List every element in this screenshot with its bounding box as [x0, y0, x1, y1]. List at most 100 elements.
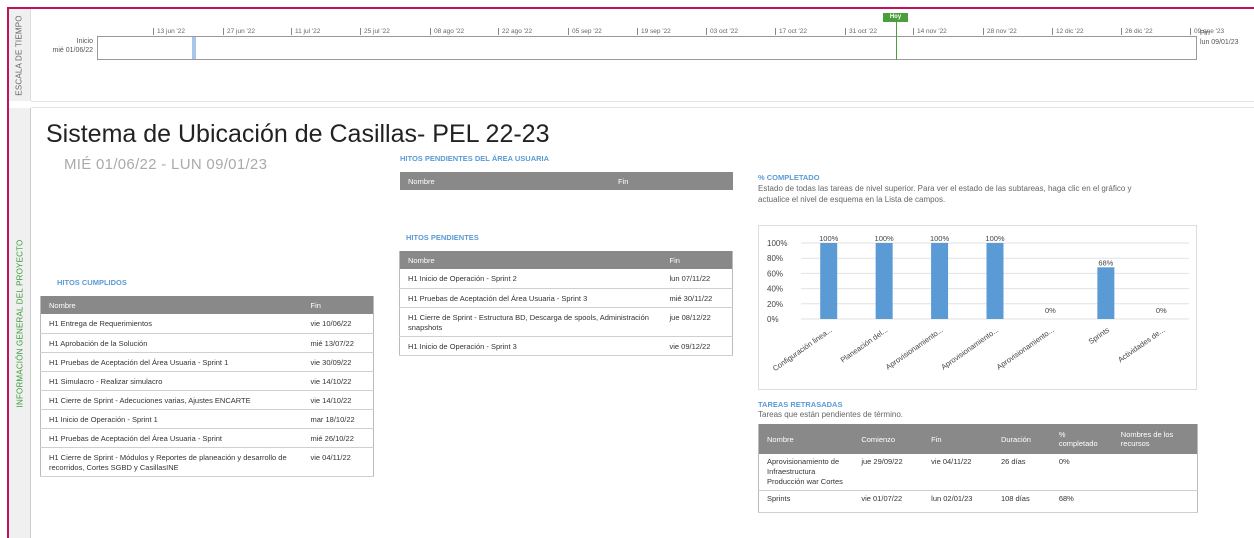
timeline-tick: 25 jul '22 [360, 28, 390, 35]
column-header-nombre[interactable]: Nombre [758, 424, 854, 454]
cell-recursos [1112, 454, 1198, 491]
cell-nombre: H1 Inicio de Operación - Sprint 3 [399, 336, 662, 356]
timeline-tick: 17 oct '22 [775, 28, 807, 35]
data-label: 100% [985, 234, 1005, 243]
column-header-fin[interactable]: Fin [923, 424, 993, 454]
cell-fin: mié 13/07/22 [302, 333, 374, 353]
timeline-tick: 27 jun '22 [223, 28, 255, 35]
timeline-start-date: mié 01/06/22 [52, 47, 93, 54]
table-row[interactable]: H1 Pruebas de Aceptación del Área Usuari… [40, 352, 374, 372]
timeline-tick: 11 jul '22 [291, 28, 320, 35]
completado-description: Estado de todas las tareas de nivel supe… [758, 184, 1132, 204]
hitos-usuaria-table: Nombre Fin [400, 172, 733, 190]
page-title: Sistema de Ubicación de Casillas- PEL 22… [46, 120, 550, 148]
timeline-start: Inicio mié 01/06/22 [38, 37, 93, 55]
bar[interactable] [1097, 267, 1115, 319]
timeline-divider [31, 101, 1254, 108]
timeline-tick: 12 dic '22 [1052, 28, 1084, 35]
y-tick-label: 20% [767, 300, 783, 309]
timeline-end: Fin lun 09/01/23 [1200, 29, 1250, 47]
timeline-end-date: lun 09/01/23 [1200, 39, 1239, 46]
table-row[interactable]: H1 Inicio de Operación - Sprint 3 vie 09/… [399, 336, 733, 356]
column-header-completado[interactable]: % completado [1050, 424, 1113, 454]
table-row[interactable]: H1 Cierre de Sprint - Adecuciones varias… [40, 390, 374, 410]
table-row[interactable]: Sprints vie 01/07/22 lun 02/01/23 108 días 6… [758, 490, 1198, 513]
table-row[interactable]: H1 Aprobación de la Solución mié 13/07/22 [40, 333, 374, 353]
x-tick-label: Configuración linea... [771, 325, 834, 373]
table-row[interactable]: H1 Inicio de Operación - Sprint 1 mar 18/… [40, 409, 374, 429]
timeline-tick: 14 nov '22 [913, 28, 947, 35]
timeline-milestone-marker[interactable] [192, 37, 196, 59]
y-tick-label: 40% [767, 285, 783, 294]
column-header-fin[interactable]: Fin [661, 251, 733, 269]
timeline-end-label: Fin [1200, 30, 1210, 37]
bar[interactable] [820, 243, 838, 319]
hitos-usuaria-label: HITOS PENDIENTES DEL ÁREA USUARIA [400, 154, 550, 163]
cell-fin: vie 04/11/22 [302, 447, 374, 477]
table-row[interactable]: H1 Entrega de Requerimientos vie 10/06/22 [40, 314, 374, 334]
cell-nombre: H1 Inicio de Operación - Sprint 2 [399, 269, 662, 289]
timeline-tick: 08 ago '22 [430, 28, 464, 35]
table-row[interactable]: H1 Cierre de Sprint - Módulos y Reportes… [40, 447, 374, 477]
timeline-bar[interactable] [97, 36, 1197, 60]
data-label: 100% [930, 234, 950, 243]
cell-fin: vie 14/10/22 [302, 371, 374, 391]
x-tick-label: Sprints [1087, 325, 1111, 346]
table-row[interactable]: H1 Cierre de Sprint - Estructura BD, Des… [399, 307, 733, 337]
cell-comienzo: vie 01/07/22 [853, 490, 924, 513]
data-label: 68% [1098, 258, 1113, 267]
cell-fin: vie 30/09/22 [302, 352, 374, 372]
y-tick-label: 0% [767, 315, 779, 324]
cell-fin: vie 09/12/22 [661, 336, 733, 356]
completado-label: % COMPLETADO [758, 173, 820, 182]
x-tick-label: Actividades de... [1116, 325, 1166, 364]
table-row[interactable]: H1 Pruebas de Aceptación del Área Usuari… [399, 288, 733, 308]
timeline-tick: 19 sep '22 [637, 28, 671, 35]
cell-fin: jue 08/12/22 [661, 307, 733, 337]
column-header-recursos[interactable]: Nombres de los recursos [1112, 424, 1198, 454]
tareas-retrasadas-table: Nombre Comienzo Fin Duración% completado Nom… [758, 424, 1198, 513]
completado-chart[interactable]: 0% 20% 40% 60% 80% 100% 100% Configuración line… [758, 225, 1197, 390]
column-header-fin[interactable]: Fin [302, 296, 374, 314]
tareas-retrasadas-label: TAREAS RETRASADAS [758, 400, 843, 409]
timeline-tick: 05 sep '22 [568, 28, 602, 35]
cell-recursos [1112, 490, 1198, 513]
timeline-tick: 31 oct '22 [845, 28, 877, 35]
table-row[interactable]: H1 Inicio de Operación - Sprint 2 lun 07/… [399, 269, 733, 289]
timeline-tick: 22 ago '22 [498, 28, 532, 35]
cell-nombre: H1 Simulacro - Realizar simulacro [40, 371, 303, 391]
data-label: 0% [1045, 306, 1056, 315]
cell-nombre: H1 Pruebas de Aceptación del Área Usuari… [40, 428, 303, 448]
cell-nombre: H1 Pruebas de Aceptación del Área Usuari… [40, 352, 303, 372]
bar[interactable] [875, 243, 893, 319]
hitos-pendientes-label: HITOS PENDIENTES [406, 233, 479, 242]
table-row[interactable]: H1 Simulacro - Realizar simulacro vie 14/… [40, 371, 374, 391]
today-line [896, 22, 897, 60]
column-header-fin[interactable]: Fin [610, 172, 733, 190]
cell-nombre: H1 Entrega de Requerimientos [40, 314, 303, 334]
data-label: 100% [819, 234, 839, 243]
completado-chart-svg: 0% 20% 40% 60% 80% 100% 100% Configuración line… [767, 234, 1189, 373]
bar[interactable] [986, 243, 1004, 319]
frame-top-border [7, 7, 1254, 9]
column-header-duracion[interactable]: Duración [992, 424, 1051, 454]
x-tick-label: Aprovisionamiento... [939, 325, 1000, 371]
cell-fin: mié 26/10/22 [302, 428, 374, 448]
column-header-comienzo[interactable]: Comienzo [853, 424, 924, 454]
column-header-nombre[interactable]: Nombre [40, 296, 303, 314]
column-header-nombre[interactable]: Nombre [400, 172, 610, 190]
tareas-retrasadas-description: Tareas que están pendientes de término. [758, 410, 903, 419]
cell-nombre: H1 Inicio de Operación - Sprint 1 [40, 409, 303, 429]
cell-nombre: Sprints [758, 490, 854, 513]
data-label: 0% [1156, 306, 1167, 315]
today-badge: Hoy [883, 13, 908, 22]
hitos-pendientes-table: Nombre Fin H1 Inicio de Operación - Spri… [399, 251, 733, 356]
cell-duracion: 108 días [992, 490, 1051, 513]
table-row[interactable]: H1 Pruebas de Aceptación del Área Usuari… [40, 428, 374, 448]
timeline-start-label: Inicio [76, 38, 93, 45]
column-header-nombre[interactable]: Nombre [399, 251, 662, 269]
cell-nombre: H1 Cierre de Sprint - Estructura BD, Des… [399, 307, 662, 337]
cell-nombre: H1 Cierre de Sprint - Módulos y Reportes… [40, 447, 303, 477]
table-row[interactable]: Aprovisionamiento de Infraestructura Pro… [758, 454, 1198, 491]
bar[interactable] [931, 243, 949, 319]
